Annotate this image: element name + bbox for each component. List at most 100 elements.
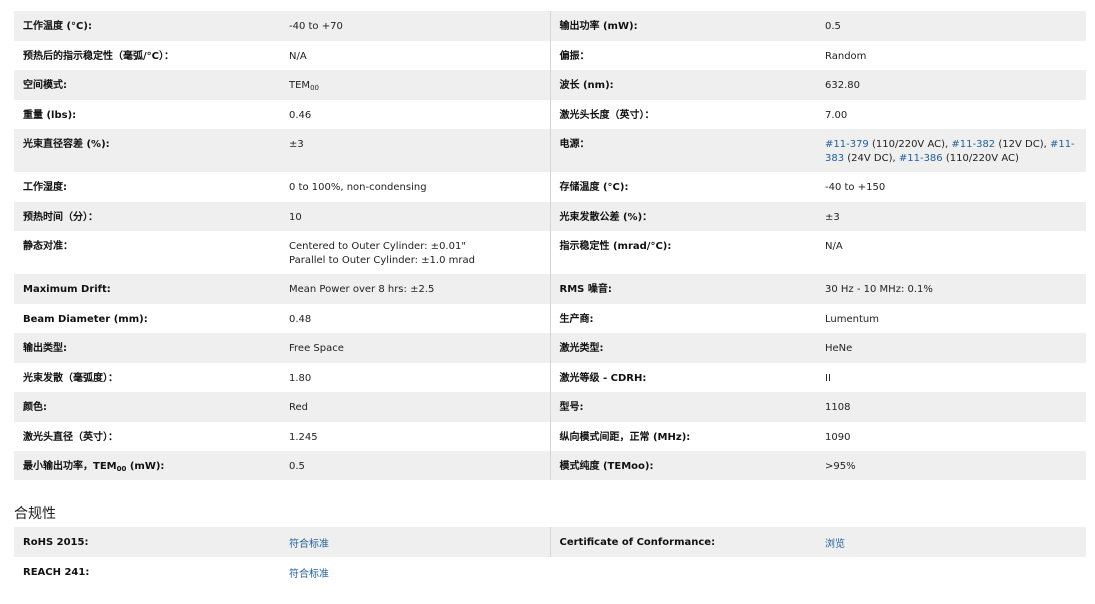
spec-label: Maximum Drift: <box>14 274 280 304</box>
spec-label: 光束发散（毫弧度）： <box>23 373 118 384</box>
spec-value: >95% <box>816 451 1086 480</box>
alignment-line-1: Centered to Outer Cylinder: ±0.01" <box>289 241 466 252</box>
spec-value: Red <box>280 392 550 422</box>
spec-value: 1090 <box>825 432 851 443</box>
spec-label: 电源： <box>549 129 816 172</box>
spec-label: 模式纯度 (TEMoo): <box>549 451 816 480</box>
spec-label: 工作湿度: <box>23 182 67 193</box>
spatial-mode-subscript: 00 <box>310 84 319 92</box>
spec-label: 预热时间（分）： <box>14 202 280 231</box>
specifications-table: 工作温度 (°C): -40 to +70 输出功率 (mW): 0.5 预热后… <box>14 11 1086 480</box>
spec-value: N/A <box>289 51 307 62</box>
spec-value: HeNe <box>816 333 1086 363</box>
coc-label: Certificate of Conformance: <box>549 527 816 557</box>
coc-value-cell: 浏览 <box>816 527 1086 557</box>
spec-value: 0.48 <box>289 314 312 325</box>
spec-label: 型号: <box>549 392 816 422</box>
rohs-compliant-link[interactable]: 符合标准 <box>289 539 329 550</box>
spec-label: RMS 噪音: <box>549 274 816 304</box>
spec-value: ±3 <box>816 202 1086 231</box>
power-supply-value: #11-379 (110/220V AC), #11-382 (12V DC),… <box>816 129 1086 172</box>
spec-value: 632.80 <box>816 70 1086 100</box>
spec-label: 偏振： <box>549 41 816 70</box>
spec-value: TEM00 <box>280 70 550 100</box>
spec-value: N/A <box>825 241 843 252</box>
power-supply-link-11-382[interactable]: #11-382 <box>951 139 995 150</box>
spec-value: 0.46 <box>289 110 312 121</box>
spec-label: 颜色: <box>14 392 280 422</box>
spec-row: 工作湿度: 0 to 100%, non-condensing 存储温度 (°C… <box>14 172 1086 202</box>
min-power-label-subscript: 00 <box>116 465 127 473</box>
power-supply-text: (12V DC), <box>995 139 1050 150</box>
spec-label: 指示稳定性 (mrad/°C): <box>549 231 816 274</box>
spec-label: 重量 (lbs): <box>23 110 77 121</box>
spec-value: ±3 <box>280 129 550 172</box>
spec-label: 空间模式: <box>14 70 280 100</box>
spec-value: Free Space <box>280 333 550 363</box>
spec-value: -40 to +150 <box>825 182 886 193</box>
spec-value: 7.00 <box>825 110 848 121</box>
spec-row: 空间模式: TEM00 波长 (nm): 632.80 <box>14 70 1086 100</box>
reach-label: REACH 241: <box>23 566 90 578</box>
spec-label: 纵向模式间距，正常 (MHz): <box>549 422 816 451</box>
spec-row: Maximum Drift: Mean Power over 8 hrs: ±2… <box>14 274 1086 304</box>
compliance-heading: 合规性 <box>14 506 56 522</box>
spec-row: 预热时间（分）： 10 光束发散公差 (%)： ±3 <box>14 202 1086 231</box>
spec-value: 1.245 <box>289 432 318 443</box>
spec-label: 激光头直径（英寸）： <box>23 432 118 443</box>
spec-value: 1108 <box>816 392 1086 422</box>
compliance-row: RoHS 2015: 符合标准 Certificate of Conforman… <box>14 527 1086 557</box>
spec-label: 输出类型: <box>14 333 280 363</box>
spec-value: Centered to Outer Cylinder: ±0.01" Parall… <box>280 231 550 274</box>
spec-label: 工作温度 (°C): <box>14 11 280 41</box>
spec-row: 重量 (lbs): 0.46 激光头长度（英寸）： 7.00 <box>14 100 1086 129</box>
power-supply-text: (110/220V AC) <box>942 153 1019 164</box>
spec-row: 激光头直径（英寸）： 1.245 纵向模式间距，正常 (MHz): 1090 <box>14 422 1086 451</box>
spec-row: 输出类型: Free Space 激光类型: HeNe <box>14 333 1086 363</box>
spatial-mode-value: TEM <box>289 80 311 91</box>
spec-label: 波长 (nm): <box>549 70 816 100</box>
spec-row: 预热后的指示稳定性（毫弧/°C）： N/A 偏振： Random <box>14 41 1086 70</box>
reach-value-cell: 符合标准 <box>280 557 550 587</box>
spec-row: 静态对准： Centered to Outer Cylinder: ±0.01"… <box>14 231 1086 274</box>
spec-value: 0.5 <box>816 11 1086 41</box>
spec-row: 光束发散（毫弧度）： 1.80 激光等级 - CDRH: II <box>14 363 1086 392</box>
spec-row: 颜色: Red 型号: 1108 <box>14 392 1086 422</box>
spec-label: Beam Diameter (mm): <box>23 314 148 325</box>
spec-value: II <box>825 373 831 384</box>
spec-value: 30 Hz - 10 MHz: 0.1% <box>816 274 1086 304</box>
spec-label: 光束发散公差 (%)： <box>549 202 816 231</box>
spec-value: Lumentum <box>825 314 879 325</box>
power-supply-link-11-379[interactable]: #11-379 <box>825 139 869 150</box>
power-supply-text: (110/220V AC), <box>868 139 952 150</box>
spec-value: 1.80 <box>289 373 312 384</box>
spec-label: 输出功率 (mW): <box>549 11 816 41</box>
spec-row: 工作温度 (°C): -40 to +70 输出功率 (mW): 0.5 <box>14 11 1086 41</box>
spec-row: 最小输出功率，TEM00 (mW): 0.5 模式纯度 (TEMoo): >95… <box>14 451 1086 480</box>
spec-value: Random <box>825 51 867 62</box>
spec-value: 0.5 <box>280 451 550 480</box>
rohs-label: RoHS 2015: <box>14 527 280 557</box>
spec-label: 存储温度 (°C): <box>549 172 816 202</box>
min-power-label: 最小输出功率，TEM <box>23 461 117 472</box>
empty-cell <box>550 557 816 587</box>
spec-row: Beam Diameter (mm): 0.48 生产商: Lumentum <box>14 304 1086 333</box>
spec-label: 激光类型: <box>549 333 816 363</box>
compliance-table: RoHS 2015: 符合标准 Certificate of Conforman… <box>14 527 1086 587</box>
power-supply-text: (24V DC), <box>844 153 899 164</box>
spec-value: Mean Power over 8 hrs: ±2.5 <box>280 274 550 304</box>
spec-value: 0 to 100%, non-condensing <box>289 182 427 193</box>
power-supply-link-11-386[interactable]: #11-386 <box>899 153 943 164</box>
empty-cell <box>816 557 1086 587</box>
spec-row: 光束直径容差 (%): ±3 电源： #11-379 (110/220V AC)… <box>14 129 1086 172</box>
alignment-line-2: Parallel to Outer Cylinder: ±1.0 mrad <box>289 255 475 266</box>
spec-value: 10 <box>280 202 550 231</box>
spec-label: 静态对准： <box>23 241 73 252</box>
coc-view-link[interactable]: 浏览 <box>825 539 845 550</box>
rohs-value-cell: 符合标准 <box>280 527 550 557</box>
spec-label: 激光等级 - CDRH: <box>549 363 816 392</box>
compliance-row: REACH 241: 符合标准 <box>14 557 1086 587</box>
reach-compliant-link[interactable]: 符合标准 <box>289 569 329 580</box>
min-power-label-unit: (mW): <box>126 461 165 472</box>
spec-label: 激光头长度（英寸）： <box>549 100 816 129</box>
